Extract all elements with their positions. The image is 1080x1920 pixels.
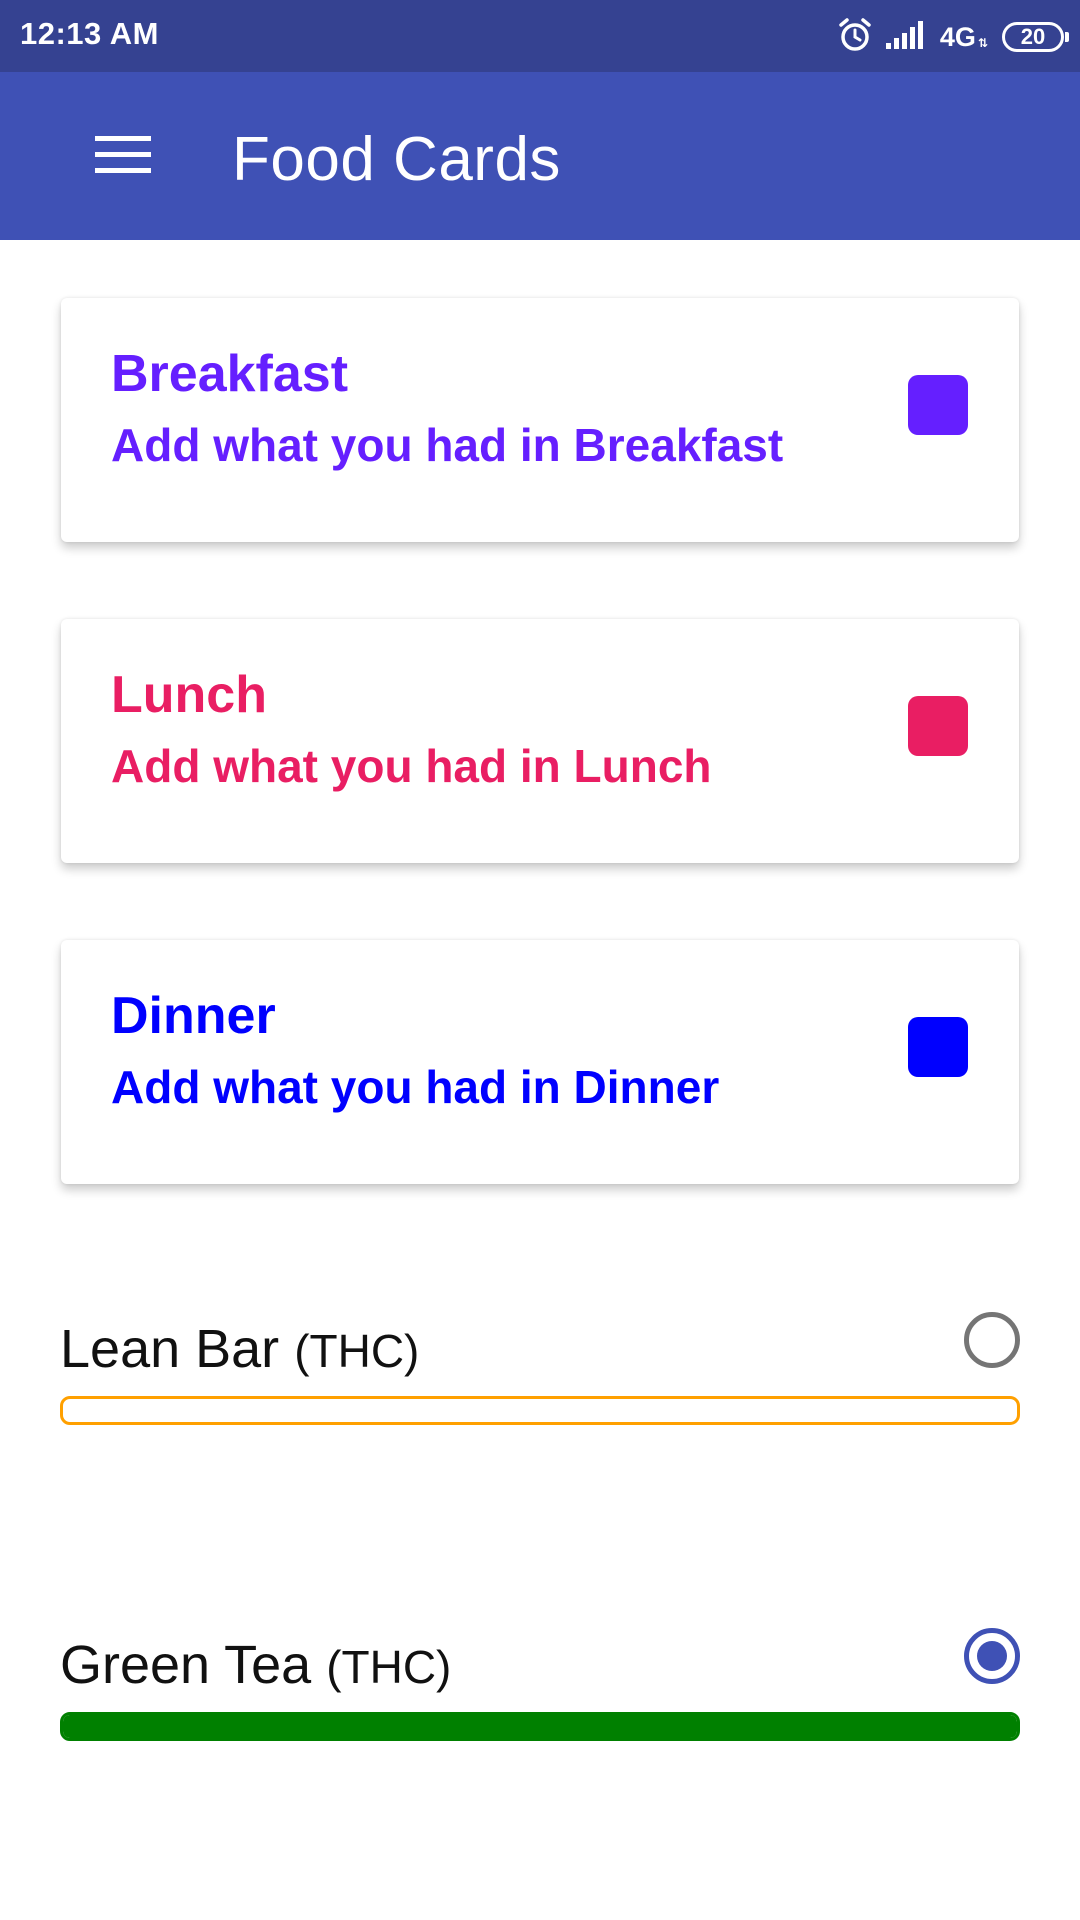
card-title: Breakfast bbox=[111, 345, 349, 403]
card-color-swatch bbox=[908, 696, 968, 756]
green-tea-item: Green Tea (THC) bbox=[60, 1628, 1020, 1744]
breakfast-card[interactable]: Breakfast Add what you had in Breakfast bbox=[61, 298, 1019, 542]
card-title: Lunch bbox=[111, 666, 267, 724]
page-title: Food Cards bbox=[232, 125, 561, 194]
radio-button[interactable] bbox=[964, 1628, 1020, 1684]
lean-bar-item: Lean Bar (THC) bbox=[60, 1312, 1020, 1428]
hamburger-menu-icon bbox=[95, 134, 151, 181]
menu-button[interactable] bbox=[82, 116, 164, 198]
progress-label: Green Tea (THC) bbox=[60, 1634, 451, 1696]
status-bar: 12:13 AM 4G ⇅ 20 bbox=[0, 0, 1080, 72]
network-label: 4G bbox=[939, 21, 976, 52]
card-subtitle: Add what you had in Dinner bbox=[111, 1061, 720, 1113]
card-color-swatch bbox=[908, 375, 968, 435]
progress-label: Lean Bar (THC) bbox=[60, 1318, 419, 1380]
lunch-card[interactable]: Lunch Add what you had in Lunch bbox=[61, 619, 1019, 863]
progress-bar bbox=[60, 1712, 1020, 1741]
card-title: Dinner bbox=[111, 987, 276, 1045]
network-type: 4G ⇅ bbox=[940, 22, 988, 53]
dinner-card[interactable]: Dinner Add what you had in Dinner bbox=[61, 940, 1019, 1184]
item-name: Lean Bar bbox=[60, 1319, 280, 1379]
card-subtitle: Add what you had in Breakfast bbox=[111, 419, 784, 471]
battery-icon: 20 bbox=[1002, 22, 1069, 52]
data-arrows-icon: ⇅ bbox=[977, 35, 988, 50]
progress-bar bbox=[60, 1396, 1020, 1425]
signal-icon bbox=[885, 20, 926, 54]
status-time: 12:13 AM bbox=[20, 16, 159, 51]
item-unit: (THC) bbox=[326, 1641, 452, 1693]
progress-fill bbox=[63, 1715, 1017, 1738]
radio-button[interactable] bbox=[964, 1312, 1020, 1368]
card-color-swatch bbox=[908, 1017, 968, 1077]
item-unit: (THC) bbox=[294, 1325, 420, 1377]
status-icons: 4G ⇅ 20 bbox=[838, 17, 1069, 58]
radio-selected-dot bbox=[977, 1641, 1007, 1671]
item-name: Green Tea bbox=[60, 1635, 312, 1695]
battery-level: 20 bbox=[1020, 24, 1046, 49]
alarm-icon bbox=[838, 17, 872, 58]
card-subtitle: Add what you had in Lunch bbox=[111, 740, 712, 792]
app-bar: Food Cards bbox=[0, 72, 1080, 240]
